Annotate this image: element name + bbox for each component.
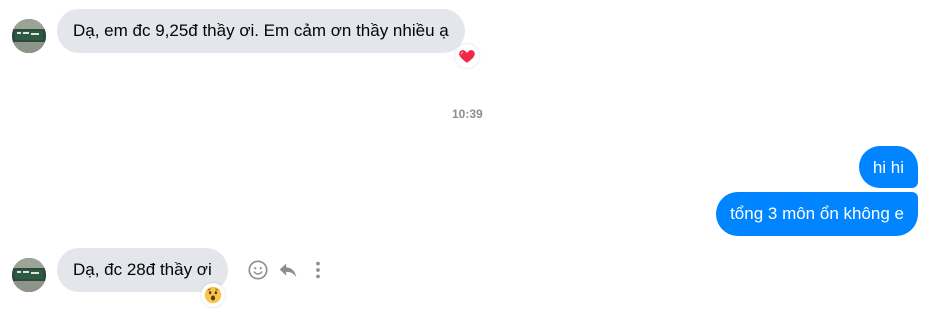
message-bubble[interactable]: Dạ, đc 28đ thầy ơi [57, 248, 228, 292]
heart-icon[interactable] [455, 44, 479, 68]
wow-face-icon[interactable] [201, 283, 225, 307]
avatar[interactable] [12, 19, 46, 53]
reply-icon[interactable] [276, 258, 300, 282]
message-timestamp: 10:39 [452, 107, 483, 121]
outgoing-message-bubble[interactable]: hi hi [858, 146, 918, 188]
avatar[interactable] [12, 258, 46, 292]
message-bubble[interactable]: Dạ, em đc 9,25đ thầy ơi. Em cảm ơn thầy … [57, 9, 465, 53]
outgoing-message-bubble[interactable]: tổng 3 môn ổn không e [716, 192, 918, 236]
smiley-react-icon[interactable] [246, 258, 270, 282]
more-options-icon[interactable] [306, 258, 330, 282]
